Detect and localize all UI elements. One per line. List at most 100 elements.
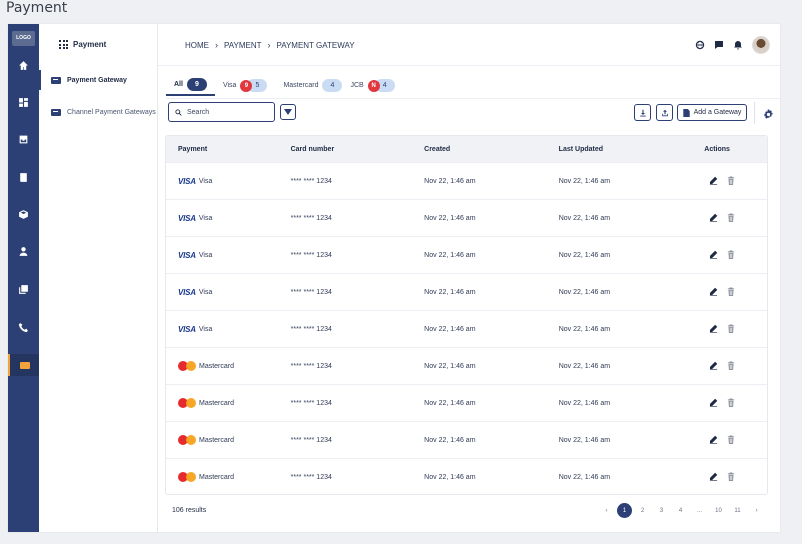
add-gateway-button[interactable]: Add a Gateway xyxy=(677,104,747,121)
page-button[interactable]: 2 xyxy=(634,502,651,519)
page-button[interactable]: 11 xyxy=(729,502,746,519)
visa-logo: VISA xyxy=(178,287,196,297)
actions-cell xyxy=(677,212,767,224)
rail-phone[interactable] xyxy=(8,316,39,338)
payment-cell: VISA Visa xyxy=(166,288,291,297)
status-badge: 9 xyxy=(240,79,253,92)
trash-icon[interactable] xyxy=(727,249,735,261)
message-icon[interactable] xyxy=(714,40,724,50)
rail-payment[interactable] xyxy=(8,354,39,376)
edit-icon[interactable] xyxy=(709,398,718,409)
trash-icon[interactable] xyxy=(727,212,735,224)
tab-visa[interactable]: Visa 95 xyxy=(215,74,276,96)
visa-logo: VISA xyxy=(178,176,196,186)
chevron-right-icon: › xyxy=(215,40,218,50)
pagination: ‹ 1 2 3 4 ... 10 11 › xyxy=(598,502,765,519)
payment-name: Visa xyxy=(198,177,213,185)
created-cell: Nov 22, 1:46 am xyxy=(424,177,476,185)
breadcrumb-home[interactable]: HOME xyxy=(185,41,209,50)
add-gateway-label: Add a Gateway xyxy=(693,109,742,116)
updated-cell: Nov 22, 1:46 am xyxy=(558,214,611,222)
grid-icon xyxy=(59,40,68,49)
tab-label: All xyxy=(174,80,183,88)
tab-mastercard[interactable]: Mastercard 4 xyxy=(275,74,350,96)
table-row: VISA Visa **** **** 1234 Nov 22, 1:46 am … xyxy=(166,273,767,310)
edit-icon[interactable] xyxy=(709,250,718,261)
payment-cell: Mastercard xyxy=(166,435,291,445)
payment-cell: VISA Visa xyxy=(166,177,291,186)
page-button-current[interactable]: 1 xyxy=(617,503,632,518)
trash-icon[interactable] xyxy=(727,397,735,409)
actions-cell xyxy=(677,175,767,187)
payment-cell: VISA Visa xyxy=(166,251,291,260)
rail-dashboard[interactable] xyxy=(8,91,39,113)
globe-icon[interactable] xyxy=(695,40,705,50)
card-number-cell: **** **** 1234 xyxy=(290,214,332,222)
trash-icon[interactable] xyxy=(727,434,735,446)
created-cell: Nov 22, 1:46 am xyxy=(424,325,476,333)
download-button[interactable] xyxy=(634,104,651,121)
settings-button[interactable] xyxy=(763,107,774,125)
trash-icon[interactable] xyxy=(727,323,735,335)
tab-all[interactable]: All 9 xyxy=(166,74,215,96)
upload-button[interactable] xyxy=(656,104,673,121)
page-title: Payment xyxy=(6,0,68,16)
rail-library[interactable] xyxy=(8,278,39,300)
payment-name: Mastercard xyxy=(199,473,235,481)
edit-icon[interactable] xyxy=(709,472,718,483)
actions-cell xyxy=(677,434,767,446)
edit-icon[interactable] xyxy=(709,176,718,187)
created-cell: Nov 22, 1:46 am xyxy=(424,362,476,370)
card-number-cell: **** **** 1234 xyxy=(290,399,332,407)
rail-user[interactable] xyxy=(8,240,39,262)
page-button[interactable]: 4 xyxy=(672,502,689,519)
rail-box[interactable] xyxy=(8,203,39,225)
filter-button[interactable] xyxy=(280,104,296,120)
page-button[interactable]: 10 xyxy=(710,502,727,519)
rail-home[interactable] xyxy=(8,54,39,76)
payment-name: Visa xyxy=(198,214,213,222)
updated-cell: Nov 22, 1:46 am xyxy=(558,325,611,333)
inbox-icon xyxy=(19,135,28,143)
payment-cell: Mastercard xyxy=(166,361,291,371)
created-cell: Nov 22, 1:46 am xyxy=(424,214,476,222)
tab-jcb[interactable]: JCB N4 xyxy=(350,74,402,96)
tab-label: Mastercard xyxy=(283,81,319,89)
trash-icon[interactable] xyxy=(727,360,735,372)
search-input[interactable]: Search xyxy=(168,102,275,122)
rail-book[interactable] xyxy=(8,166,39,188)
payment-name: Visa xyxy=(198,288,213,296)
column-header-created: Created xyxy=(424,145,451,153)
table-row: Mastercard **** **** 1234 Nov 22, 1:46 a… xyxy=(166,421,767,458)
rail-inbox[interactable] xyxy=(8,128,39,150)
chevron-right-icon: › xyxy=(267,40,271,50)
page-button[interactable]: 3 xyxy=(653,502,670,519)
avatar[interactable] xyxy=(752,36,770,54)
trash-icon[interactable] xyxy=(727,286,735,298)
funnel-icon xyxy=(284,109,292,115)
actions-cell xyxy=(677,360,767,372)
tab-label: Visa xyxy=(222,81,237,89)
card-number-cell: **** **** 1234 xyxy=(290,251,332,259)
updated-cell: Nov 22, 1:46 am xyxy=(558,288,611,296)
dashboard-icon xyxy=(19,97,28,107)
top-bar: HOME › PAYMENT › PAYMENT GATEWAY xyxy=(158,24,780,66)
edit-icon[interactable] xyxy=(709,324,718,335)
subnav-item-payment-gateway[interactable]: Payment Gateway xyxy=(39,70,158,90)
table-row: Mastercard **** **** 1234 Nov 22, 1:46 a… xyxy=(166,384,767,421)
updated-cell: Nov 22, 1:46 am xyxy=(558,436,611,444)
subnav-item-channel-payment-gateways[interactable]: Channel Payment Gateways xyxy=(39,102,158,122)
download-icon xyxy=(639,109,646,116)
edit-icon[interactable] xyxy=(709,361,718,372)
edit-icon[interactable] xyxy=(709,213,718,224)
mastercard-logo xyxy=(178,361,196,371)
breadcrumb-payment[interactable]: PAYMENT xyxy=(224,41,261,50)
trash-icon[interactable] xyxy=(727,175,735,187)
chevron-right-icon[interactable]: › xyxy=(748,502,765,519)
payment-cell: VISA Visa xyxy=(166,214,291,223)
chevron-left-icon[interactable]: ‹ xyxy=(598,502,615,519)
edit-icon[interactable] xyxy=(709,287,718,298)
bell-icon[interactable] xyxy=(733,40,743,50)
edit-icon[interactable] xyxy=(709,435,718,446)
trash-icon[interactable] xyxy=(727,471,735,483)
